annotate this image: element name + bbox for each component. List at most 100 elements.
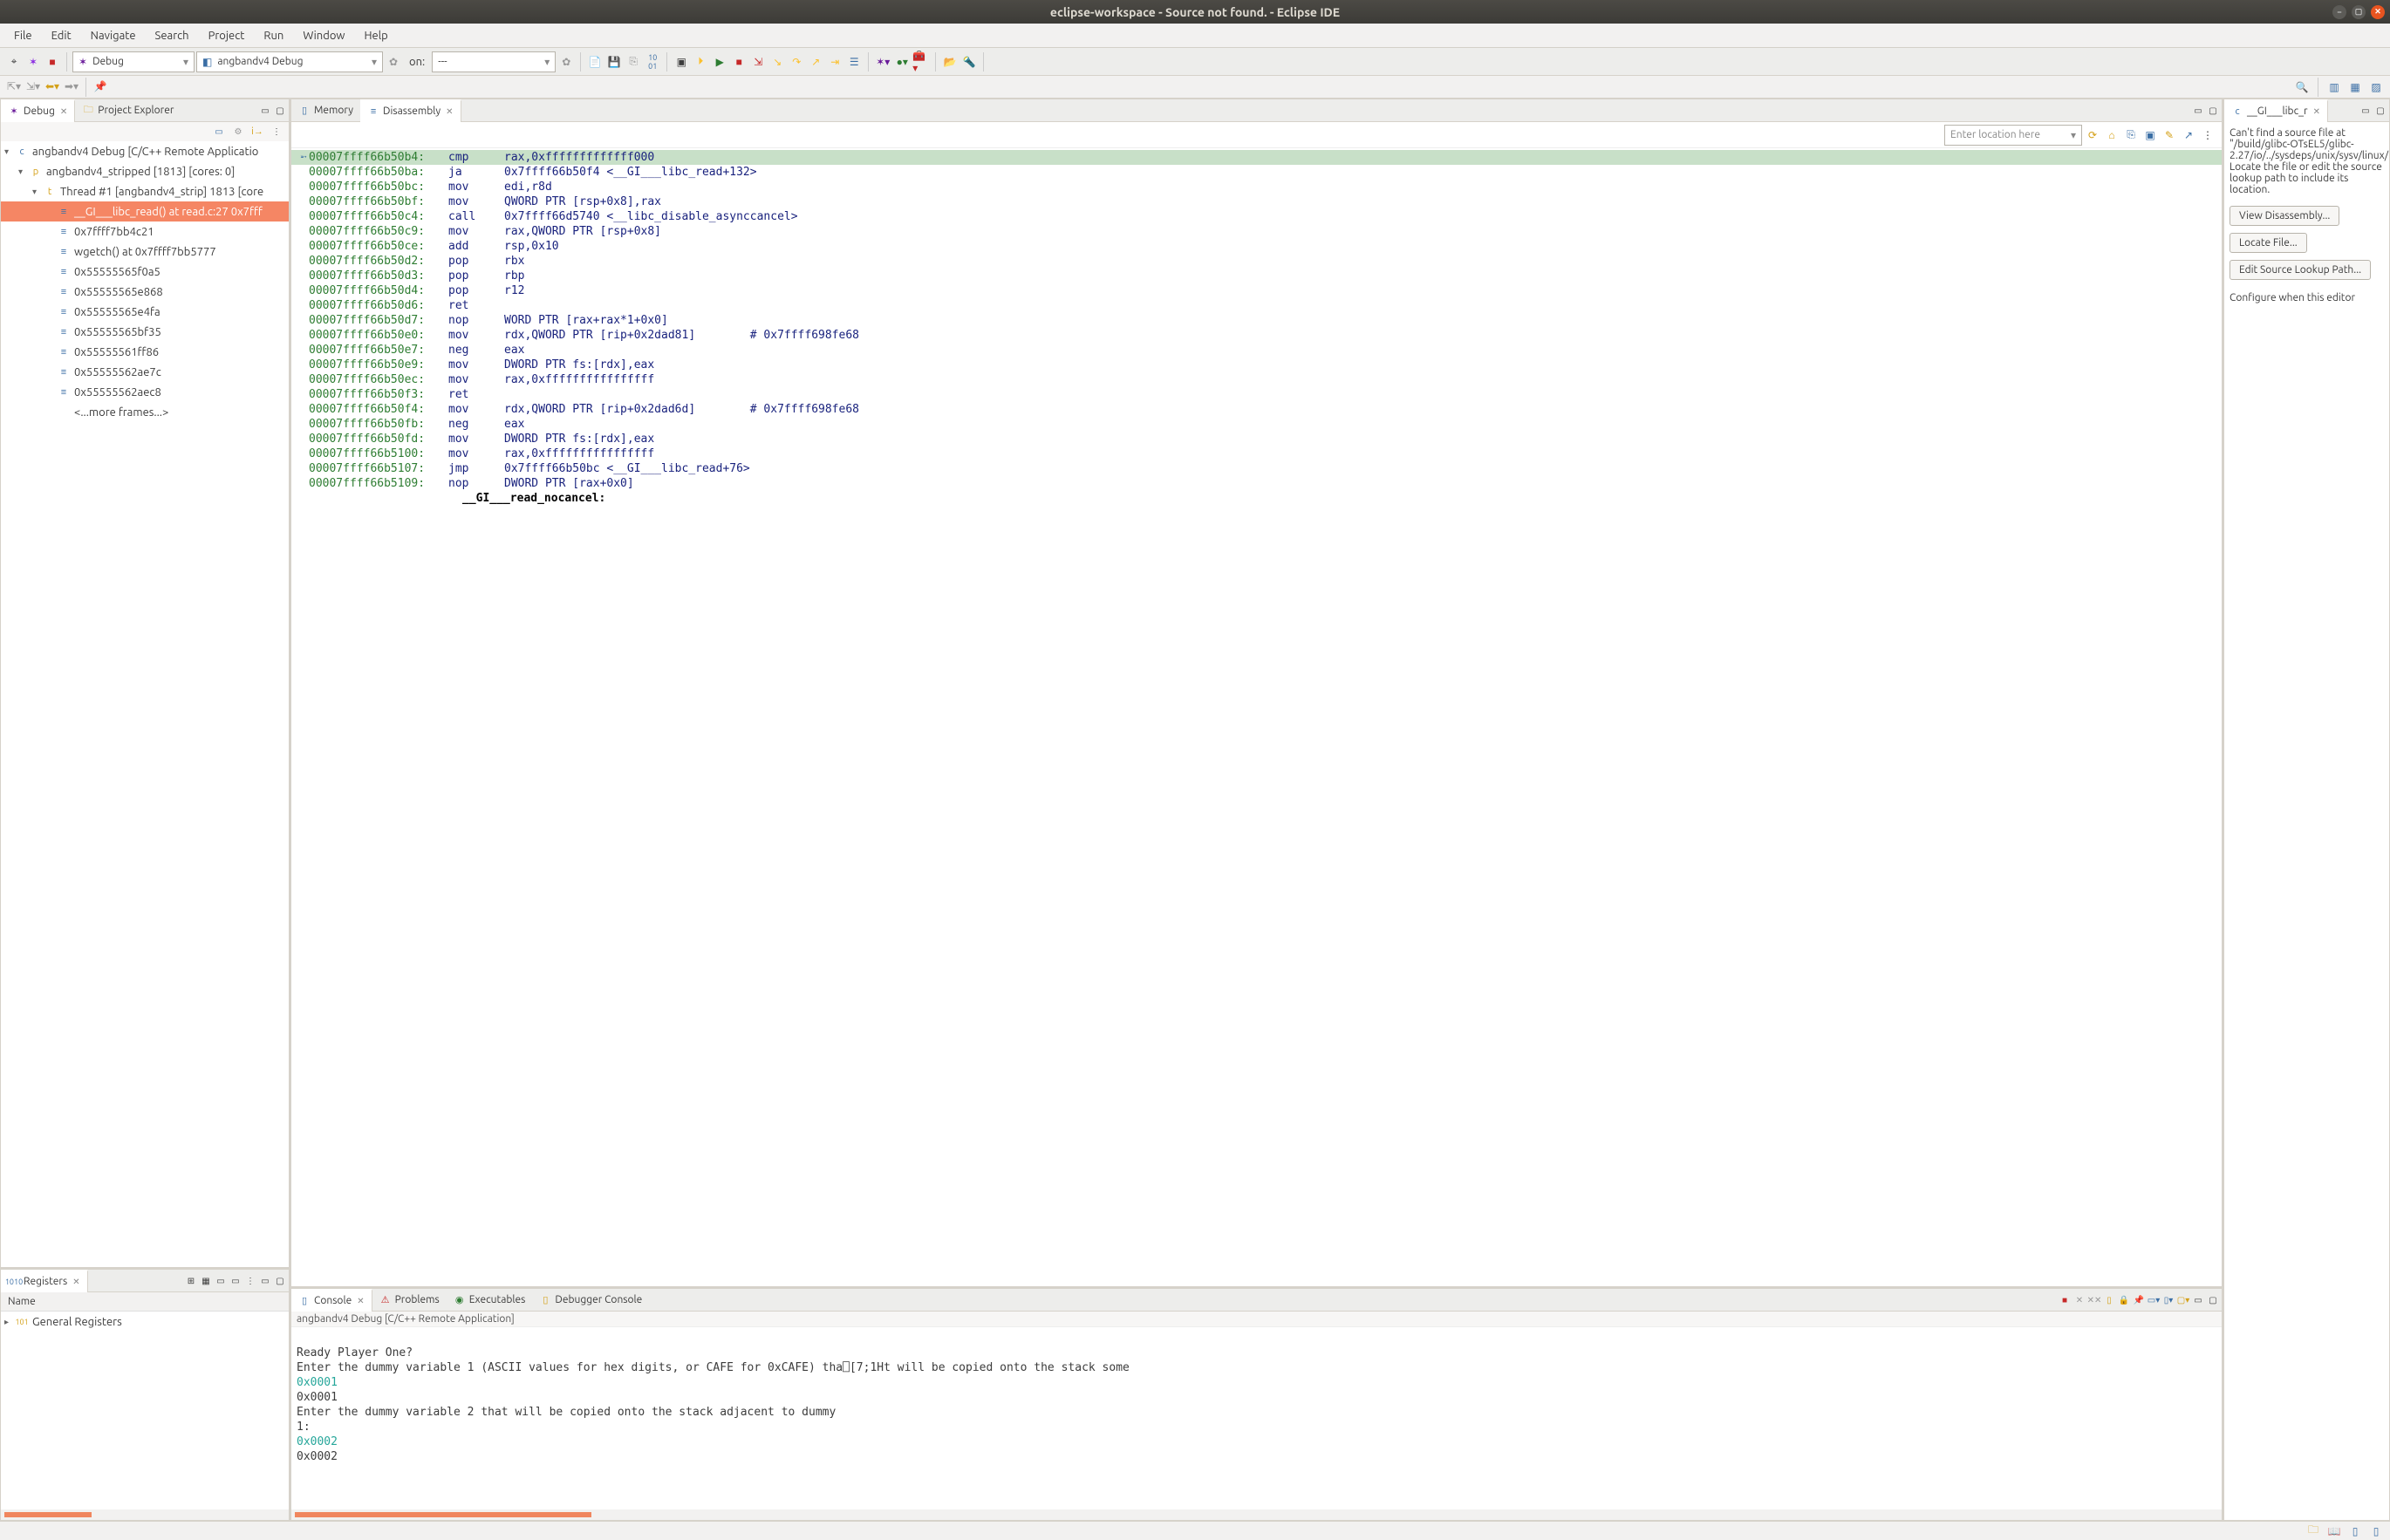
disasm-row[interactable]: 00007ffff66b50bf:movQWORD PTR [rsp+0x8],… [291, 194, 2222, 209]
target-combo[interactable]: --- [432, 51, 556, 72]
minimize-view-icon[interactable]: ▭ [258, 1274, 272, 1288]
disasm-row[interactable]: 00007ffff66b50c9:movrax,QWORD PTR [rsp+0… [291, 224, 2222, 239]
stack-frame-row[interactable]: ≡0x55555562aec8 [1, 382, 289, 402]
reg-tool3-icon[interactable]: ▭ [214, 1274, 228, 1288]
debug-tree[interactable]: ▾cangbandv4 Debug [C/C++ Remote Applicat… [1, 141, 289, 1267]
stack-frame-row[interactable]: ≡0x55555565e868 [1, 282, 289, 302]
close-icon[interactable]: ✕ [357, 1296, 364, 1306]
suspend-icon[interactable]: ▶ [711, 53, 728, 71]
view-menu-icon[interactable]: ⋮ [268, 123, 285, 140]
tab-problems[interactable]: ⚠ Problems [372, 1289, 447, 1312]
stop-icon[interactable]: ■ [44, 53, 61, 71]
debug-as-icon[interactable]: ✶▾ [874, 53, 891, 71]
edit-icon[interactable]: ✎ [2161, 126, 2178, 144]
tab-debugger-console[interactable]: ▯ Debugger Console [532, 1289, 649, 1312]
launch-config-combo[interactable]: ◧angbandv4 Debug [196, 51, 383, 72]
console-remove-icon[interactable]: ✕ [2072, 1293, 2086, 1307]
link-icon[interactable]: ⎘ [2122, 126, 2140, 144]
minimize-view-icon[interactable]: ▭ [258, 104, 272, 118]
disasm-row[interactable]: 00007ffff66b5107:jmp0x7ffff66b50bc <__GI… [291, 461, 2222, 476]
back-icon[interactable]: ⬅▾ [44, 78, 61, 95]
tab-project-explorer[interactable]: 🗀 Project Explorer [75, 99, 181, 122]
stack-frame-row[interactable]: ≡__GI___libc_read() at read.c:27 0x7fff [1, 201, 289, 221]
maximize-view-icon[interactable]: ▢ [273, 104, 287, 118]
close-button[interactable]: ✕ [2371, 5, 2385, 19]
step-return-icon[interactable]: ↗ [807, 53, 824, 71]
disasm-row[interactable]: 00007ffff66b50c4:call0x7ffff66d5740 <__l… [291, 209, 2222, 224]
close-icon[interactable]: ✕ [60, 106, 67, 117]
status-icon3[interactable]: ▯ [2346, 1523, 2364, 1540]
console-display-icon[interactable]: ▭▾ [2147, 1293, 2161, 1307]
reg-tool5-icon[interactable]: ⋮ [243, 1274, 257, 1288]
run-as-icon[interactable]: ●▾ [893, 53, 911, 71]
menu-edit[interactable]: Edit [43, 26, 80, 45]
terminate-icon[interactable]: ■ [730, 53, 748, 71]
disassembly-listing[interactable]: ➵00007ffff66b50b4:cmprax,0xfffffffffffff… [291, 148, 2222, 1286]
status-icon2[interactable]: 📖 [2325, 1523, 2343, 1540]
stack-frame-row[interactable]: ▾tThread #1 [angbandv4_strip] 1813 [core [1, 181, 289, 201]
skip-breakpoints-icon[interactable]: ⌖ [5, 53, 23, 71]
tab-memory[interactable]: ▯ Memory [291, 99, 360, 122]
target-settings-icon[interactable]: ✿ [557, 53, 575, 71]
open-type-icon[interactable]: 📂 [941, 53, 959, 71]
save-all-icon[interactable]: ⎘ [625, 53, 642, 71]
disasm-row[interactable]: 00007ffff66b50e0:movrdx,QWORD PTR [rip+0… [291, 328, 2222, 343]
pin-editor-icon[interactable]: 📌 [92, 78, 109, 95]
register-group-row[interactable]: ▸ 101 General Registers [1, 1312, 289, 1332]
perspective-combo[interactable]: ✶Debug [72, 51, 195, 72]
console-output[interactable]: Ready Player One?Enter the dummy variabl… [291, 1327, 2222, 1509]
bug-icon[interactable]: ✶ [24, 53, 42, 71]
console-stop-icon[interactable]: ■ [2058, 1293, 2072, 1307]
perspective-open-icon[interactable]: ▨ [2367, 78, 2385, 96]
forward-icon[interactable]: ➡▾ [63, 78, 80, 95]
save-icon[interactable]: 💾 [605, 53, 623, 71]
pin-icon[interactable]: ⇲▾ [24, 78, 42, 95]
location-input[interactable]: Enter location here [1944, 125, 2082, 146]
tab-debug[interactable]: ✶ Debug ✕ [1, 99, 75, 122]
step-over-icon[interactable]: ↷ [788, 53, 805, 71]
minimize-view-icon[interactable]: ▭ [2191, 1293, 2205, 1307]
external-tools-icon[interactable]: 🧰▾ [912, 53, 930, 71]
menu-navigate[interactable]: Navigate [82, 26, 145, 45]
stack-frame-row[interactable]: ≡0x55555565f0a5 [1, 262, 289, 282]
maximize-view-icon[interactable]: ▢ [2373, 104, 2387, 118]
disasm-row[interactable]: 00007ffff66b5109:nopDWORD PTR [rax+0x0] [291, 476, 2222, 491]
view-disassembly-button[interactable]: View Disassembly... [2230, 206, 2339, 226]
reg-tool2-icon[interactable]: ▦ [199, 1274, 213, 1288]
tab-executables[interactable]: ◉ Executables [447, 1289, 533, 1312]
disasm-row[interactable]: 00007ffff66b50e9:movDWORD PTR fs:[rdx],e… [291, 358, 2222, 372]
disasm-row[interactable]: 00007ffff66b50f3:ret [291, 387, 2222, 402]
disasm-row[interactable]: 00007ffff66b50fd:movDWORD PTR fs:[rdx],e… [291, 432, 2222, 446]
tab-disassembly[interactable]: ≡ Disassembly ✕ [360, 99, 461, 122]
disasm-row[interactable]: 00007ffff66b50ba:ja0x7ffff66b50f4 <__GI_… [291, 165, 2222, 180]
close-icon[interactable]: ✕ [2313, 106, 2320, 117]
disasm-row[interactable]: 00007ffff66b50ce:addrsp,0x10 [291, 239, 2222, 254]
minimize-view-icon[interactable]: ▭ [2191, 104, 2205, 118]
menu-file[interactable]: File [5, 26, 41, 45]
binary-icon[interactable]: 1001 [644, 53, 661, 71]
disasm-row[interactable]: 00007ffff66b50bc:movedi,r8d [291, 180, 2222, 194]
goto-icon[interactable]: ▣ [2141, 126, 2159, 144]
console-new-icon[interactable]: ▯▾ [2161, 1293, 2175, 1307]
close-icon[interactable]: ✕ [72, 1277, 79, 1287]
disasm-row[interactable]: 00007ffff66b50d2:poprbx [291, 254, 2222, 269]
disasm-row[interactable]: 00007ffff66b50d4:popr12 [291, 283, 2222, 298]
home-icon[interactable]: ⌂ [2103, 126, 2120, 144]
disasm-row[interactable]: 00007ffff66b5100:movrax,0xffffffffffffff… [291, 446, 2222, 461]
stack-frame-row[interactable]: ≡0x55555561ff86 [1, 342, 289, 362]
edit-source-lookup-button[interactable]: Edit Source Lookup Path... [2230, 260, 2371, 280]
reg-tool1-icon[interactable]: ⊞ [184, 1274, 198, 1288]
debug-link-icon[interactable]: ⚙ [229, 123, 247, 140]
locate-file-button[interactable]: Locate File... [2230, 233, 2307, 253]
console-removeall-icon[interactable]: ✕✕ [2087, 1293, 2101, 1307]
minimize-button[interactable]: – [2332, 5, 2346, 19]
tab-registers[interactable]: 1010 Registers ✕ [1, 1270, 88, 1292]
disasm-row[interactable]: 00007ffff66b50d6:ret [291, 298, 2222, 313]
maximize-view-icon[interactable]: ▢ [2206, 1293, 2220, 1307]
export-icon[interactable]: ↗ [2180, 126, 2197, 144]
maximize-view-icon[interactable]: ▢ [2206, 104, 2220, 118]
perspective-c-icon[interactable]: ▥ [2325, 78, 2343, 96]
console-scroll-icon[interactable]: 🔒 [2117, 1293, 2131, 1307]
launch-settings-icon[interactable]: ✿ [385, 53, 402, 71]
search-icon[interactable]: 🔦 [960, 53, 978, 71]
